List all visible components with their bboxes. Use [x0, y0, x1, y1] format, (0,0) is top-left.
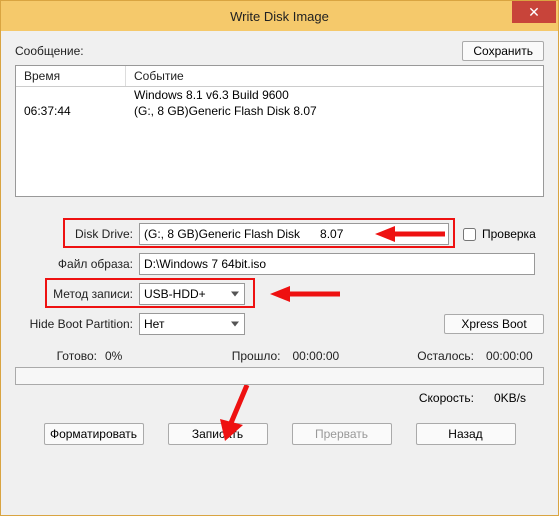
- log-cell-event: Windows 8.1 v6.3 Build 9600: [126, 87, 543, 103]
- speed-row: Скорость: 0KB/s: [15, 391, 544, 405]
- disk-drive-label: Disk Drive:: [15, 227, 139, 241]
- log-row: Windows 8.1 v6.3 Build 9600: [16, 87, 543, 103]
- progress-bar: [15, 367, 544, 385]
- write-method-label: Метод записи:: [15, 287, 139, 301]
- log-cell-time: [16, 87, 126, 103]
- image-file-label: Файл образа:: [15, 257, 139, 271]
- hide-boot-label: Hide Boot Partition:: [15, 317, 139, 331]
- write-button[interactable]: Записать: [168, 423, 268, 445]
- elapsed-label: Прошло:: [232, 349, 281, 363]
- log-col-time[interactable]: Время: [16, 66, 126, 86]
- window: Write Disk Image ✕ Сообщение: Сохранить …: [0, 0, 559, 516]
- progress-info-row: Готово: 0% Прошло: 00:00:00 Осталось: 00…: [15, 349, 544, 363]
- window-title: Write Disk Image: [1, 9, 558, 24]
- close-button[interactable]: ✕: [512, 1, 556, 23]
- disk-drive-select[interactable]: [139, 223, 449, 245]
- ready-label: Готово:: [15, 349, 105, 363]
- save-button[interactable]: Сохранить: [462, 41, 544, 61]
- image-file-row: Файл образа:: [15, 253, 544, 275]
- remain-label: Осталось:: [417, 349, 474, 363]
- speed-label: Скорость:: [419, 391, 474, 405]
- back-button[interactable]: Назад: [416, 423, 516, 445]
- speed-value: 0KB/s: [494, 391, 544, 405]
- log-row: 06:37:44 (G:, 8 GB)Generic Flash Disk 8.…: [16, 103, 543, 119]
- format-button[interactable]: Форматировать: [44, 423, 144, 445]
- log-col-event[interactable]: Событие: [126, 66, 543, 86]
- hide-boot-select[interactable]: [139, 313, 245, 335]
- hide-boot-row: Hide Boot Partition: Xpress Boot: [15, 313, 544, 335]
- close-icon: ✕: [528, 5, 540, 19]
- button-row: Форматировать Записать Прервать Назад: [15, 423, 544, 445]
- verify-checkbox-input[interactable]: [463, 228, 476, 241]
- ready-value: 0%: [105, 349, 165, 363]
- remain-value: 00:00:00: [474, 349, 544, 363]
- abort-button: Прервать: [292, 423, 392, 445]
- elapsed-value: 00:00:00: [281, 349, 351, 363]
- log-header: Время Событие: [16, 66, 543, 87]
- message-row: Сообщение: Сохранить: [15, 41, 544, 61]
- log-cell-time: 06:37:44: [16, 103, 126, 119]
- disk-drive-row: Disk Drive: Проверка: [15, 223, 544, 245]
- title-bar: Write Disk Image ✕: [1, 1, 558, 31]
- form-area: Disk Drive: Проверка Файл образа:: [15, 223, 544, 445]
- message-label: Сообщение:: [15, 44, 462, 58]
- log-box: Время Событие Windows 8.1 v6.3 Build 960…: [15, 65, 544, 197]
- log-body[interactable]: Windows 8.1 v6.3 Build 9600 06:37:44 (G:…: [16, 87, 543, 196]
- client-area: Сообщение: Сохранить Время Событие Windo…: [1, 31, 558, 457]
- write-method-row: Метод записи:: [15, 283, 544, 305]
- write-method-select[interactable]: [139, 283, 245, 305]
- xpress-boot-button[interactable]: Xpress Boot: [444, 314, 544, 334]
- verify-checkbox[interactable]: Проверка: [459, 225, 536, 244]
- image-file-input[interactable]: [139, 253, 535, 275]
- arrow-icon: [270, 286, 340, 302]
- verify-label: Проверка: [482, 227, 536, 241]
- log-cell-event: (G:, 8 GB)Generic Flash Disk 8.07: [126, 103, 543, 119]
